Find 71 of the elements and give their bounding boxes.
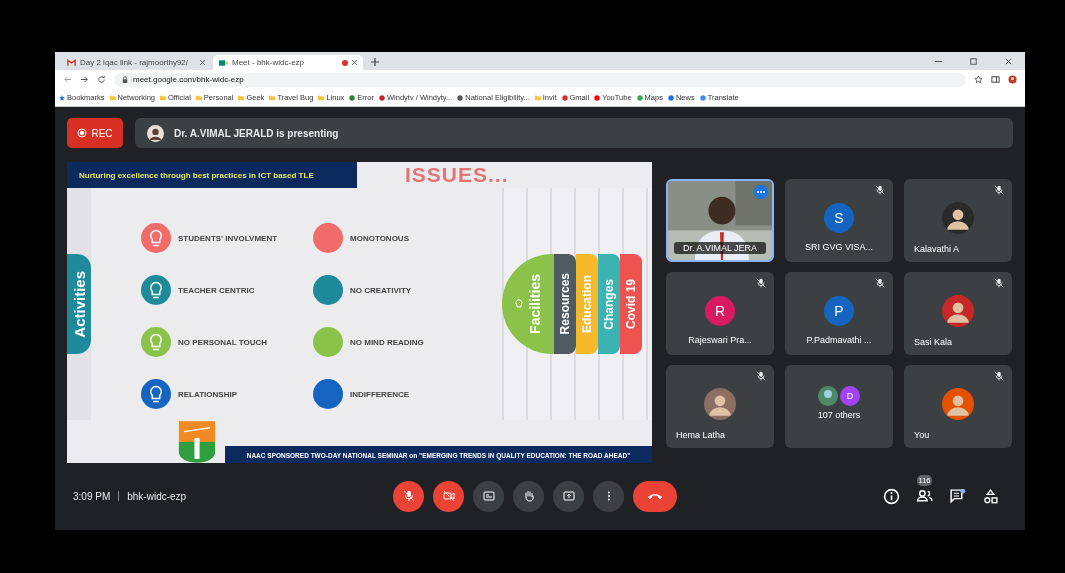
new-tab-icon[interactable] bbox=[371, 58, 379, 66]
participant-name: Kalavathi A bbox=[914, 244, 960, 254]
close-icon[interactable] bbox=[1004, 57, 1013, 66]
camera-icon bbox=[219, 58, 228, 67]
issue-label: NO CREATIVITY bbox=[350, 285, 412, 295]
recording-badge: REC bbox=[67, 118, 123, 148]
participant-name: 107 others bbox=[817, 409, 861, 420]
info-icon[interactable] bbox=[883, 487, 900, 505]
address-bar[interactable]: meet.google.com/bhk-widc-ezp bbox=[114, 72, 966, 87]
bulb-icon bbox=[513, 298, 525, 310]
issue-label: MONOTONOUS bbox=[350, 233, 409, 243]
participant-tile[interactable]: Hema Latha bbox=[666, 365, 774, 448]
participant-name: SRI GVG VISA... bbox=[804, 242, 874, 252]
participant-tile[interactable]: You bbox=[904, 365, 1012, 448]
close-icon[interactable] bbox=[352, 60, 357, 65]
browser-tab[interactable]: Day 2 iqac link - rajmoorthy92/ bbox=[61, 55, 211, 70]
participant-tile[interactable]: Kalavathi A bbox=[904, 179, 1012, 262]
slide-title: ISSUES... bbox=[405, 163, 509, 187]
participant-tile[interactable]: Sasi Kala bbox=[904, 272, 1012, 355]
sidebar-icon[interactable] bbox=[991, 75, 1000, 84]
chat-icon[interactable] bbox=[949, 487, 966, 505]
avatar: P bbox=[824, 295, 854, 326]
issue-label: NO MIND READING bbox=[350, 337, 424, 347]
issue-label: STUDENTS' INVOLVMENT bbox=[178, 233, 278, 243]
avatar: R bbox=[705, 295, 735, 326]
issue-label: INDIFFERENCE bbox=[350, 389, 410, 399]
issue-label: TEACHER CENTRIC bbox=[178, 285, 255, 295]
participant-name: You bbox=[914, 430, 930, 440]
lock-icon bbox=[122, 75, 128, 84]
avatar-icon bbox=[818, 385, 838, 406]
maximize-icon[interactable] bbox=[969, 57, 978, 66]
mic-off-icon bbox=[401, 489, 416, 503]
star-icon[interactable] bbox=[974, 75, 983, 84]
browser-tab[interactable]: Meet - bhk-widc-ezp bbox=[213, 55, 363, 70]
participant-tile[interactable]: S SRI GVG VISA... bbox=[785, 179, 893, 262]
participant-name: Rajeswari Pra... bbox=[687, 335, 753, 345]
avatar-icon bbox=[147, 124, 164, 142]
phone-icon bbox=[647, 491, 663, 501]
microphone-button[interactable] bbox=[393, 480, 424, 512]
captions-button[interactable] bbox=[473, 480, 504, 512]
avatar: D bbox=[840, 385, 860, 406]
participant-name: P.Padmavathi ... bbox=[805, 335, 873, 345]
end-call-button[interactable] bbox=[633, 480, 677, 512]
issue-label: RELATIONSHIP bbox=[178, 389, 237, 399]
recording-icon bbox=[342, 59, 348, 66]
reload-icon[interactable] bbox=[97, 75, 106, 84]
camera-button[interactable] bbox=[433, 480, 464, 512]
participant-tile[interactable]: D 107 others bbox=[785, 365, 893, 448]
slide-header: Nurturing excellence through best practices in ICT based TLE bbox=[67, 162, 357, 188]
camera-off-icon bbox=[441, 489, 456, 503]
presenter-text: Dr. A.VIMAL JERALD is presenting bbox=[174, 127, 339, 139]
profile-avatar[interactable] bbox=[1008, 75, 1017, 84]
participant-name: Dr. A.VIMAL JERA bbox=[674, 242, 766, 254]
activities-icon[interactable] bbox=[982, 487, 999, 505]
participant-name: Sasi Kala bbox=[914, 337, 953, 347]
issue-label: NO PERSONAL TOUCH bbox=[178, 337, 268, 347]
mail-icon bbox=[67, 58, 76, 67]
raise-hand-button[interactable] bbox=[513, 480, 544, 512]
participant-name: Hema Latha bbox=[676, 430, 726, 440]
participant-tile[interactable]: P P.Padmavathi ... bbox=[785, 272, 893, 355]
captions-icon bbox=[481, 489, 496, 503]
meeting-code: bhk-widc-ezp bbox=[127, 490, 187, 502]
present-button[interactable] bbox=[553, 480, 584, 512]
present-icon bbox=[561, 489, 576, 503]
close-icon[interactable] bbox=[200, 60, 205, 65]
forward-icon[interactable] bbox=[80, 75, 89, 84]
participant-tile[interactable]: Dr. A.VIMAL JERA bbox=[666, 179, 774, 262]
clock-time: 3:09 PM bbox=[73, 490, 111, 502]
more-icon[interactable] bbox=[754, 185, 768, 199]
avatar: S bbox=[824, 202, 854, 233]
participant-tile[interactable]: R Rajeswari Pra... bbox=[666, 272, 774, 355]
